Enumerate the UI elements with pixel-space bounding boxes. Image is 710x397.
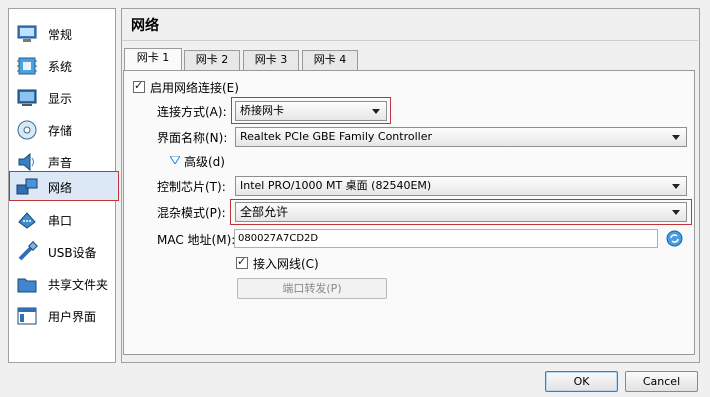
sidebar-item-shared-folders[interactable]: 共享文件夹 — [10, 269, 114, 299]
sidebar-item-network[interactable]: 网络 — [9, 171, 119, 201]
sidebar-item-label: 存储 — [48, 124, 73, 138]
cable-connected-checkbox[interactable] — [236, 255, 248, 269]
tab-adapter-4[interactable]: 网卡 4 — [302, 50, 358, 70]
refresh-icon[interactable] — [666, 230, 683, 247]
serial-port-icon — [18, 212, 36, 229]
sidebar-item-user-interface[interactable]: 用户界面 — [10, 301, 114, 331]
sidebar-item-label: 共享文件夹 — [48, 278, 109, 292]
page-title: 网络 — [131, 18, 159, 34]
adapter-type-value: Intel PRO/1000 MT 桌面 (82540EM) — [240, 179, 432, 192]
network-icon — [16, 178, 38, 195]
sidebar-item-display[interactable]: 显示 — [10, 83, 114, 113]
advanced-toggle[interactable]: 高级(d) — [170, 153, 230, 169]
sidebar-item-label: 常规 — [48, 28, 73, 42]
adapter-type-select[interactable]: Intel PRO/1000 MT 桌面 (82540EM) — [235, 176, 687, 196]
disk-icon — [17, 120, 37, 140]
sidebar-item-serial[interactable]: 串口 — [10, 205, 114, 235]
mac-address-label: MAC 地址(M): — [157, 233, 236, 247]
chevron-down-icon — [672, 135, 680, 140]
attach-mode-select[interactable]: 桥接网卡 — [235, 101, 387, 121]
enable-adapter-label: 启用网络连接(E) — [150, 81, 239, 95]
sidebar-item-label: 显示 — [48, 92, 73, 106]
sidebar-item-storage[interactable]: 存储 — [10, 115, 114, 145]
sidebar-item-usb[interactable]: USB设备 — [10, 237, 114, 267]
speaker-icon — [18, 152, 34, 172]
chevron-down-icon — [372, 109, 380, 114]
tab-adapter-2[interactable]: 网卡 2 — [184, 50, 240, 70]
sidebar-item-label: 声音 — [48, 156, 73, 170]
window-icon — [17, 307, 37, 325]
tab-adapter-1[interactable]: 网卡 1 — [124, 48, 182, 71]
promiscuous-mode-select[interactable]: 全部允许 — [235, 202, 687, 222]
triangle-down-icon — [170, 156, 180, 164]
enable-adapter-checkbox[interactable] — [133, 79, 145, 93]
interface-name-select[interactable]: Realtek PCIe GBE Family Controller — [235, 127, 687, 147]
promiscuous-mode-value: 全部允许 — [240, 205, 289, 219]
sidebar-item-system[interactable]: 系统 — [10, 51, 114, 81]
chevron-down-icon — [672, 184, 680, 189]
sidebar-item-general[interactable]: 常规 — [10, 19, 114, 49]
title-divider — [122, 40, 698, 41]
monitor-icon — [17, 25, 37, 42]
display-icon — [17, 89, 37, 106]
attach-mode-label: 连接方式(A): — [157, 105, 227, 119]
port-forwarding-button[interactable]: 端口转发(P) — [237, 278, 387, 299]
cable-connected-label: 接入网线(C) — [253, 257, 319, 271]
attach-mode-value: 桥接网卡 — [240, 104, 284, 117]
promiscuous-mode-label: 混杂模式(P): — [157, 206, 226, 220]
tab-adapter-3[interactable]: 网卡 3 — [243, 50, 299, 70]
usb-icon — [18, 241, 38, 261]
mac-address-field[interactable]: 080027A7CD2D — [234, 229, 658, 248]
sidebar-item-label: 网络 — [48, 181, 73, 195]
folder-icon — [17, 278, 37, 293]
advanced-label: 高级(d) — [184, 155, 225, 169]
settings-sidebar: 常规 系统 显示 存储 声音 网络 串口 USB设备 共享文件夹 用户界面 — [8, 8, 119, 363]
ok-button[interactable]: OK — [545, 371, 618, 392]
cancel-button[interactable]: Cancel — [625, 371, 698, 392]
chevron-down-icon — [672, 210, 680, 215]
interface-name-value: Realtek PCIe GBE Family Controller — [240, 130, 433, 143]
sidebar-item-label: 系统 — [48, 60, 73, 74]
sidebar-item-label: 串口 — [48, 214, 73, 228]
interface-name-label: 界面名称(N): — [157, 131, 228, 145]
adapter-type-label: 控制芯片(T): — [157, 180, 226, 194]
sidebar-item-label: USB设备 — [48, 246, 97, 260]
chip-icon — [17, 57, 37, 75]
sidebar-item-label: 用户界面 — [48, 310, 97, 324]
